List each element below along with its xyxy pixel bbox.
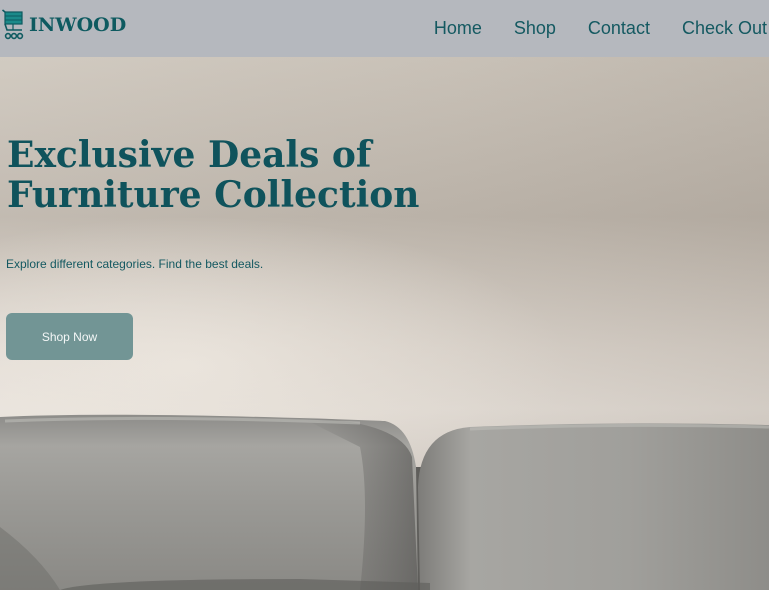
nav-home-link[interactable]: Home (434, 18, 482, 39)
hero-subtitle: Explore different categories. Find the b… (6, 257, 264, 271)
sofa-image (0, 414, 769, 590)
shopping-cart-icon (2, 9, 24, 40)
navbar: INWOOD Home Shop Contact Check Out (0, 0, 769, 57)
shop-now-button[interactable]: Shop Now (6, 313, 133, 360)
main-nav: Home Shop Contact Check Out (434, 0, 769, 57)
page: INWOOD Home Shop Contact Check Out Exclu… (0, 0, 769, 590)
hero-section: Exclusive Deals of Furniture Collection … (0, 57, 769, 590)
brand-logo[interactable]: INWOOD (2, 9, 126, 41)
brand-name: INWOOD (29, 13, 127, 36)
nav-shop-link[interactable]: Shop (514, 18, 556, 39)
nav-checkout-link[interactable]: Check Out (682, 18, 767, 39)
nav-contact-link[interactable]: Contact (588, 18, 650, 39)
hero-title-line1: Exclusive Deals of (7, 134, 372, 176)
hero-title: Exclusive Deals of Furniture Collection (7, 135, 427, 215)
hero-title-line2: Furniture Collection (7, 174, 420, 216)
